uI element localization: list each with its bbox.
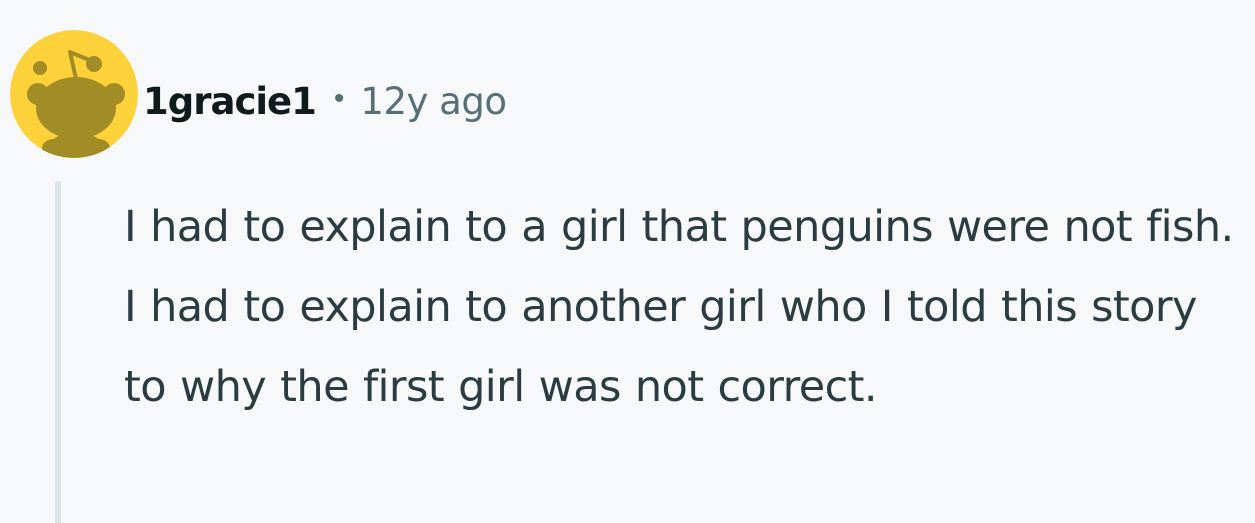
- comment-header: 1gracie1 • 12y ago: [143, 73, 507, 129]
- comment-body: I had to explain to a girl that penguins…: [124, 202, 1234, 412]
- comment: 1gracie1 • 12y ago I had to explain to a…: [0, 0, 1255, 523]
- reddit-snoo-avatar-icon: [10, 30, 138, 158]
- user-avatar[interactable]: [10, 30, 138, 158]
- thread-collapse-line[interactable]: [55, 181, 61, 523]
- comment-timestamp[interactable]: 12y ago: [360, 80, 507, 123]
- meta-separator: •: [333, 82, 345, 115]
- comment-author-link[interactable]: 1gracie1: [143, 80, 317, 123]
